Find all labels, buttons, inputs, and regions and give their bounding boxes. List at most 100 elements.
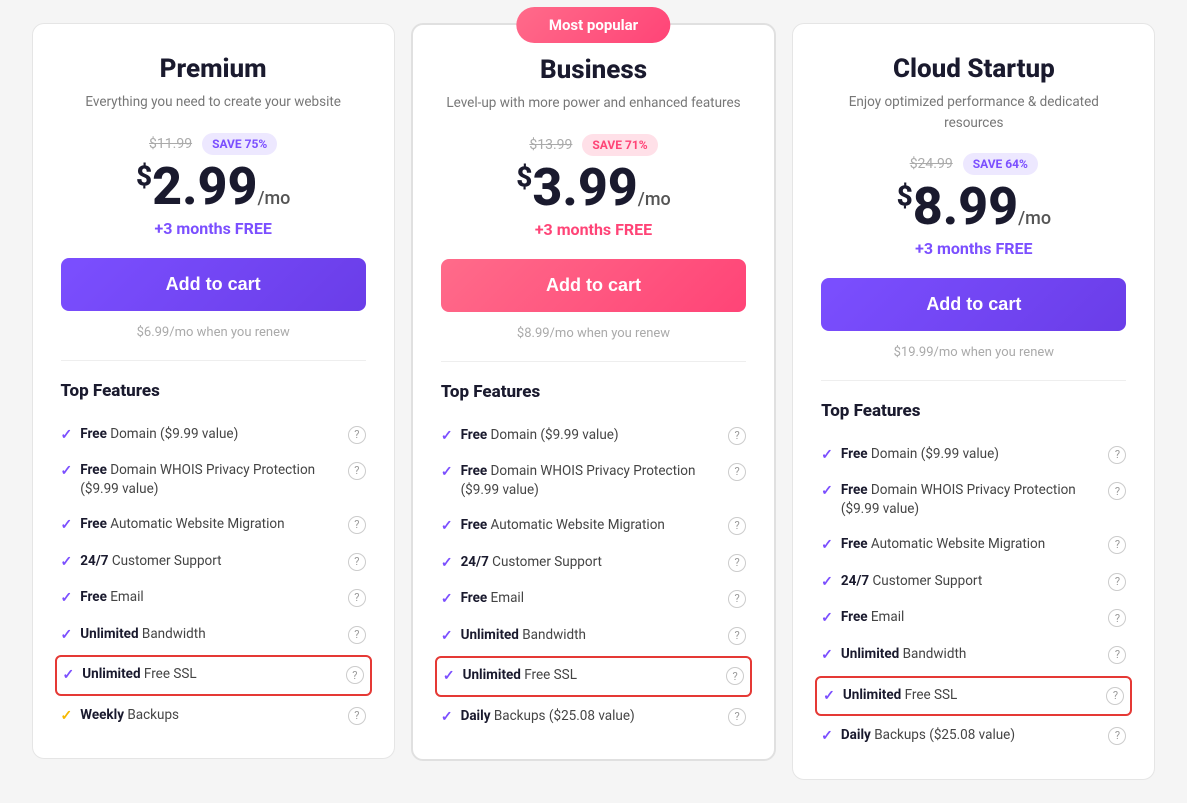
add-to-cart-button[interactable]: Add to cart <box>441 259 746 312</box>
plan-description: Everything you need to create your websi… <box>61 92 366 112</box>
check-icon: ✓ <box>441 463 453 483</box>
check-icon: ✓ <box>821 446 833 466</box>
feature-text: Weekly Backups <box>80 706 179 725</box>
plan-card-cloud-startup: Cloud Startup Enjoy optimized performanc… <box>792 23 1155 779</box>
per-mo: /mo <box>1018 208 1051 229</box>
feature-item: ✓ Unlimited Free SSL ? <box>443 664 744 689</box>
main-price: $3.99/mo <box>441 162 746 214</box>
save-badge: SAVE 75% <box>202 133 277 155</box>
feature-text: Unlimited Bandwidth <box>80 625 205 644</box>
plan-name: Business <box>441 55 746 85</box>
feature-item: ✓ Free Domain WHOIS Privacy Protection (… <box>61 453 366 507</box>
help-icon[interactable]: ? <box>1108 573 1126 591</box>
divider <box>441 361 746 362</box>
help-icon[interactable]: ? <box>1108 727 1126 745</box>
renew-price: $8.99/mo when you renew <box>441 326 746 341</box>
main-price: $2.99/mo <box>61 161 366 213</box>
feature-text: Free Domain ($9.99 value) <box>841 445 999 464</box>
original-price: $11.99 <box>149 136 192 152</box>
renew-price: $19.99/mo when you renew <box>821 345 1126 360</box>
free-months: +3 months FREE <box>821 239 1126 258</box>
check-icon: ✓ <box>61 626 73 646</box>
check-icon: ✓ <box>441 590 453 610</box>
features-title: Top Features <box>821 401 1126 421</box>
features-list: ✓ Free Domain ($9.99 value) ? ✓ Free Dom… <box>441 418 746 736</box>
feature-text: Unlimited Bandwidth <box>841 645 966 664</box>
help-icon[interactable]: ? <box>346 666 364 684</box>
help-icon[interactable]: ? <box>728 590 746 608</box>
help-icon[interactable]: ? <box>348 553 366 571</box>
save-badge: SAVE 64% <box>963 153 1038 175</box>
per-mo: /mo <box>257 188 290 209</box>
plan-description: Enjoy optimized performance & dedicated … <box>821 92 1126 133</box>
check-icon: ✓ <box>441 427 453 447</box>
dollar-sign: $ <box>897 179 913 212</box>
features-list: ✓ Free Domain ($9.99 value) ? ✓ Free Dom… <box>821 437 1126 755</box>
feature-item: ✓ Unlimited Bandwidth ? <box>441 618 746 655</box>
feature-text: Unlimited Free SSL <box>463 666 577 685</box>
feature-text: Free Email <box>80 588 143 607</box>
feature-item: ✓ Unlimited Free SSL ? <box>63 663 364 688</box>
divider <box>821 380 1126 381</box>
pricing-container: Premium Everything you need to create yo… <box>24 23 1164 779</box>
help-icon[interactable]: ? <box>348 626 366 644</box>
add-to-cart-button[interactable]: Add to cart <box>821 278 1126 331</box>
plan-description: Level-up with more power and enhanced fe… <box>441 93 746 113</box>
features-title: Top Features <box>441 382 746 402</box>
highlight-row: ✓ Unlimited Free SSL ? <box>815 676 1132 717</box>
feature-item: ✓ Free Domain WHOIS Privacy Protection (… <box>821 473 1126 527</box>
check-icon: ✓ <box>821 536 833 556</box>
add-to-cart-button[interactable]: Add to cart <box>61 258 366 311</box>
help-icon[interactable]: ? <box>1108 446 1126 464</box>
feature-text: 24/7 Customer Support <box>80 552 221 571</box>
help-icon[interactable]: ? <box>1106 687 1124 705</box>
feature-item: ✓ Unlimited Free SSL ? <box>823 684 1124 709</box>
plan-card-premium: Premium Everything you need to create yo… <box>32 23 395 759</box>
help-icon[interactable]: ? <box>728 708 746 726</box>
feature-text: Free Email <box>461 589 524 608</box>
features-list: ✓ Free Domain ($9.99 value) ? ✓ Free Dom… <box>61 417 366 735</box>
check-icon: ✓ <box>821 482 833 502</box>
save-badge: SAVE 71% <box>582 134 657 156</box>
check-icon: ✓ <box>441 708 453 728</box>
help-icon[interactable]: ? <box>728 463 746 481</box>
plan-name: Premium <box>61 54 366 84</box>
feature-item: ✓ Daily Backups ($25.08 value) ? <box>821 718 1126 755</box>
help-icon[interactable]: ? <box>348 426 366 444</box>
help-icon[interactable]: ? <box>728 427 746 445</box>
divider <box>61 360 366 361</box>
check-icon: ✓ <box>61 516 73 536</box>
check-icon: ✓ <box>441 554 453 574</box>
help-icon[interactable]: ? <box>726 667 744 685</box>
feature-text: Unlimited Bandwidth <box>461 626 586 645</box>
feature-text: 24/7 Customer Support <box>841 572 982 591</box>
check-icon: ✓ <box>443 667 455 687</box>
feature-text: Free Domain ($9.99 value) <box>461 426 619 445</box>
feature-item: ✓ 24/7 Customer Support ? <box>61 544 366 581</box>
check-icon: ✓ <box>823 687 835 707</box>
free-months: +3 months FREE <box>61 219 366 238</box>
check-icon: ✓ <box>821 727 833 747</box>
price-row: $13.99 SAVE 71% <box>441 134 746 156</box>
help-icon[interactable]: ? <box>728 517 746 535</box>
price-row: $24.99 SAVE 64% <box>821 153 1126 175</box>
help-icon[interactable]: ? <box>348 462 366 480</box>
feature-item: ✓ Daily Backups ($25.08 value) ? <box>441 699 746 736</box>
help-icon[interactable]: ? <box>1108 609 1126 627</box>
feature-item: ✓ Free Email ? <box>821 600 1126 637</box>
feature-item: ✓ Free Domain ($9.99 value) ? <box>821 437 1126 474</box>
per-mo: /mo <box>638 189 671 210</box>
help-icon[interactable]: ? <box>348 707 366 725</box>
check-icon: ✓ <box>63 666 75 686</box>
plan-name: Cloud Startup <box>821 54 1126 84</box>
feature-item: ✓ Weekly Backups ? <box>61 698 366 735</box>
help-icon[interactable]: ? <box>1108 482 1126 500</box>
help-icon[interactable]: ? <box>348 516 366 534</box>
most-popular-badge: Most popular <box>517 7 670 43</box>
help-icon[interactable]: ? <box>1108 536 1126 554</box>
help-icon[interactable]: ? <box>728 554 746 572</box>
help-icon[interactable]: ? <box>1108 646 1126 664</box>
help-icon[interactable]: ? <box>728 627 746 645</box>
feature-text: Free Automatic Website Migration <box>80 515 284 534</box>
help-icon[interactable]: ? <box>348 589 366 607</box>
